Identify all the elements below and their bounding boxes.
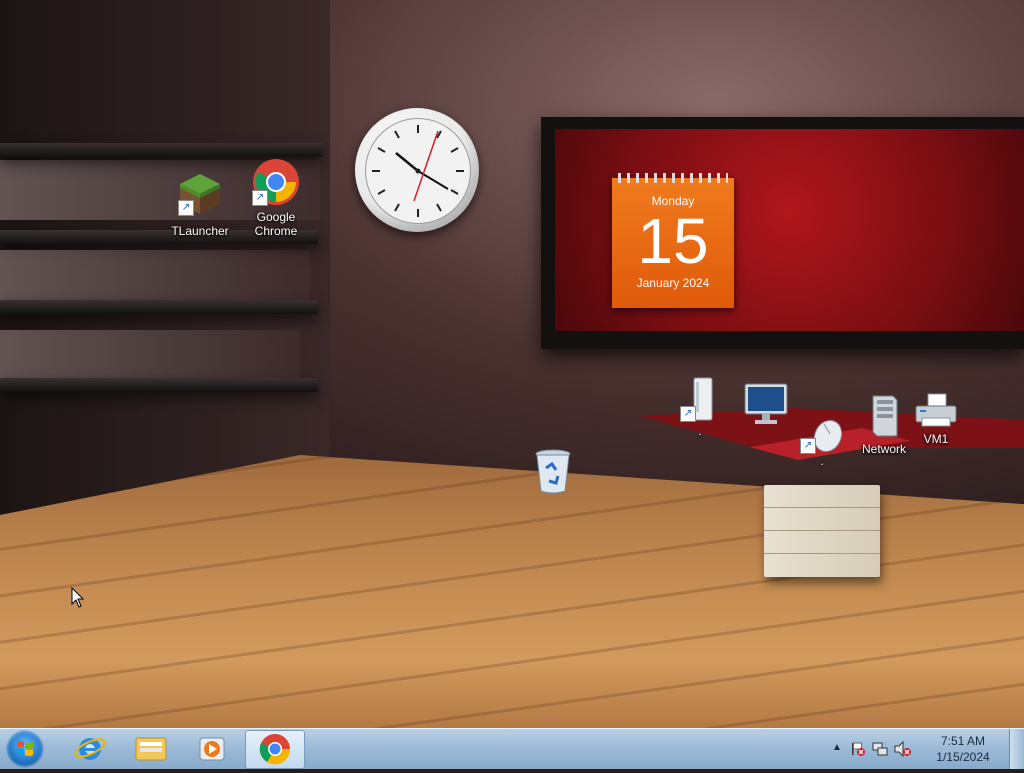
taskbar-time: 7:51 AM [940, 734, 986, 748]
show-desktop-button[interactable] [1009, 729, 1024, 769]
taskbar-windows-explorer[interactable] [122, 730, 180, 767]
desktop-icon-label: . [698, 424, 702, 438]
shortcut-arrow-icon: ↗ [178, 200, 194, 216]
mouse-shortcut-icon: ↗ [800, 416, 844, 454]
calendar-day-number: 15 [637, 205, 709, 277]
taskbar-media-player[interactable] [183, 730, 241, 767]
taskbar-clock[interactable]: 7:51 AM 1/15/2024 [926, 733, 1000, 765]
desktop-icon-label: VM1 [923, 432, 949, 446]
shelf [0, 378, 318, 392]
drive-shortcut-icon: ↗ [680, 376, 720, 422]
minecraft-grass-block-icon: ↗ [178, 172, 222, 216]
second-hand [413, 130, 439, 202]
monitor-icon [743, 380, 789, 426]
system-tray: ▲ [814, 729, 914, 769]
hour-hand [395, 152, 419, 172]
network-server-icon [867, 392, 901, 438]
desktop-icon-google-chrome[interactable]: ↗ Google Chrome [238, 158, 314, 238]
media-player-icon [199, 737, 225, 761]
desktop-icon-tlauncher[interactable]: ↗ TLauncher [162, 172, 238, 238]
wallpaper-drawers [764, 485, 880, 577]
shelf [0, 143, 322, 157]
clock-face [365, 118, 471, 224]
clock-gadget[interactable] [355, 108, 479, 232]
shelf [0, 300, 318, 314]
taskbar-date: 1/15/2024 [936, 750, 990, 764]
desktop-icon-printer-vm1[interactable]: VM1 [898, 392, 974, 446]
calendar-gadget[interactable]: Monday 15 January 2024 [612, 173, 734, 308]
start-button[interactable] [6, 730, 44, 768]
desktop-icon-label: Google Chrome [254, 210, 298, 238]
taskbar: ▲ 7:51 AM 1/15/2024 [0, 728, 1024, 769]
desktop-icon-recycle-bin[interactable] [515, 448, 591, 494]
action-center-flag-icon[interactable] [850, 741, 866, 757]
desktop: Monday 15 January 2024 ↗ TLauncher ↗ Goo… [0, 0, 1024, 728]
calendar-month-year: January 2024 [636, 276, 710, 290]
minute-hand [417, 170, 449, 190]
windows-start-orb-icon [17, 741, 33, 756]
network-icon[interactable] [872, 741, 888, 757]
volume-muted-icon[interactable] [894, 741, 912, 757]
shelf-light [0, 250, 310, 300]
internet-explorer-icon [74, 738, 106, 760]
taskbar-google-chrome[interactable] [245, 730, 305, 769]
folder-library-icon [135, 737, 167, 761]
shortcut-arrow-icon: ↗ [252, 190, 268, 206]
chrome-icon [259, 734, 291, 765]
calendar-rings [618, 173, 728, 183]
taskbar-internet-explorer[interactable] [61, 730, 119, 767]
recycle-bin-icon [534, 448, 572, 494]
desktop-icon-label: TLauncher [171, 224, 229, 238]
desktop-icon-drive-shortcut[interactable]: ↗ . [662, 376, 738, 438]
show-hidden-icons-chevron[interactable]: ▲ [832, 742, 842, 753]
mouse-cursor-icon [71, 587, 85, 608]
desktop-icon-label: . [820, 454, 824, 468]
shortcut-arrow-icon: ↗ [680, 406, 696, 422]
printer-icon [912, 392, 960, 430]
chrome-icon: ↗ [252, 158, 300, 206]
shortcut-arrow-icon: ↗ [800, 438, 816, 454]
